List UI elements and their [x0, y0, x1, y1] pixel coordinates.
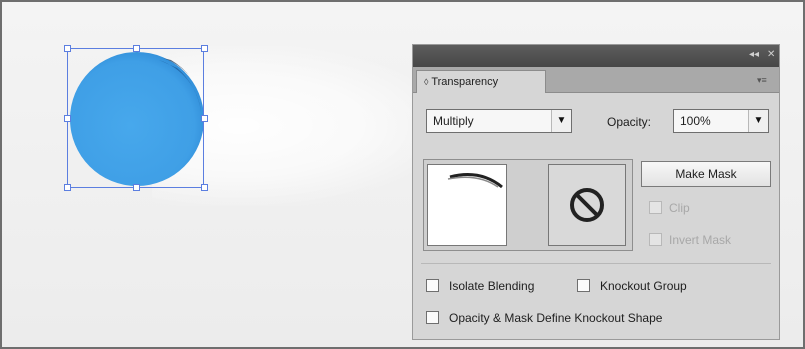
opacity-mask-knockout-label: Opacity & Mask Define Knockout Shape: [449, 311, 663, 325]
collapse-panel-icon[interactable]: ◂◂: [749, 50, 759, 60]
resize-handle-top-right[interactable]: [201, 45, 208, 52]
invert-mask-label: Invert Mask: [669, 233, 732, 247]
clip-checkbox[interactable]: [649, 201, 662, 214]
isolate-blending-checkbox[interactable]: [426, 279, 439, 292]
no-mask-icon: [570, 188, 604, 222]
resize-handle-top[interactable]: [133, 45, 140, 52]
transparency-panel: ◂◂ ✕ ◊ Transparency ▾≡ Multiply ▼ Opacit…: [412, 44, 780, 340]
resize-handle-right[interactable]: [201, 115, 208, 122]
object-thumbnail[interactable]: [427, 164, 507, 246]
make-mask-button[interactable]: Make Mask: [641, 161, 771, 187]
invert-mask-checkbox[interactable]: [649, 233, 662, 246]
knockout-group-label: Knockout Group: [600, 279, 687, 293]
isolate-blending-label: Isolate Blending: [449, 279, 535, 293]
opacity-value[interactable]: 100%: [680, 114, 711, 128]
tab-transparency[interactable]: ◊ Transparency: [416, 70, 546, 93]
opacity-label: Opacity:: [607, 115, 652, 129]
chevron-down-icon[interactable]: ▼: [551, 110, 571, 132]
chevron-down-icon[interactable]: ▼: [748, 110, 768, 132]
panel-divider: [421, 263, 771, 264]
close-panel-icon[interactable]: ✕: [767, 50, 775, 60]
resize-handle-left[interactable]: [64, 115, 71, 122]
object-thumbnail-preview: [447, 173, 503, 189]
blend-mode-value: Multiply: [433, 114, 474, 128]
panel-menu-icon[interactable]: ▾≡: [757, 75, 773, 85]
knockout-group-checkbox[interactable]: [577, 279, 590, 292]
selection-bounding-box: [67, 48, 204, 188]
mask-thumbnail-area: [423, 159, 633, 251]
clip-label: Clip: [669, 201, 690, 215]
resize-handle-bottom[interactable]: [133, 184, 140, 191]
blend-mode-select[interactable]: Multiply ▼: [426, 109, 572, 133]
resize-handle-bottom-left[interactable]: [64, 184, 71, 191]
opacity-field[interactable]: 100% ▼: [673, 109, 769, 133]
tab-transparency-label: Transparency: [431, 76, 499, 88]
mask-thumbnail-slot[interactable]: [548, 164, 626, 246]
collapse-toggle-icon[interactable]: ◊: [424, 77, 428, 87]
opacity-mask-knockout-checkbox[interactable]: [426, 311, 439, 324]
panel-tabbar: ◊ Transparency ▾≡: [413, 67, 779, 93]
panel-titlebar[interactable]: ◂◂ ✕: [413, 45, 779, 67]
resize-handle-bottom-right[interactable]: [201, 184, 208, 191]
resize-handle-top-left[interactable]: [64, 45, 71, 52]
